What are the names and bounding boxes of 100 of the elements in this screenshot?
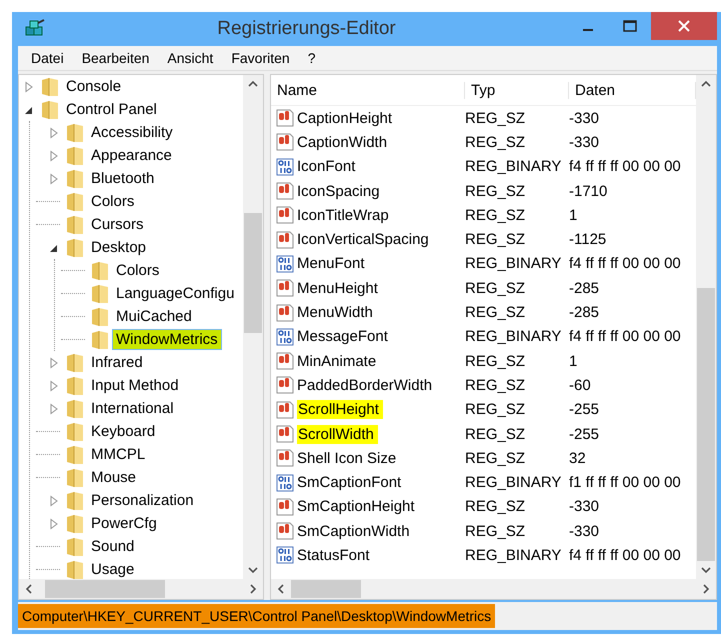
value-name: SmCaptionFont xyxy=(297,474,402,492)
column-header[interactable]: Name xyxy=(271,82,465,98)
tree-item[interactable]: LanguageConfigu xyxy=(113,284,238,303)
value-name: Shell Icon Size xyxy=(297,450,396,467)
tree-item[interactable]: Keyboard xyxy=(88,422,158,441)
tree-item[interactable]: MMCPL xyxy=(88,445,148,464)
value-name: MenuWidth xyxy=(297,304,373,322)
value-data: -330 xyxy=(569,134,600,151)
tree-item[interactable]: Appearance xyxy=(88,146,175,165)
tree-item[interactable]: Infrared xyxy=(88,353,146,372)
scrollbar-thumb[interactable] xyxy=(45,580,165,598)
tree-item[interactable]: Usage xyxy=(88,560,138,579)
scrollbar-thumb[interactable] xyxy=(244,213,262,333)
value-type: REG_BINARY xyxy=(465,546,562,564)
value-name: IconTitleWrap xyxy=(297,206,389,224)
scroll-right-icon[interactable] xyxy=(249,584,257,594)
close-icon xyxy=(678,20,690,32)
value-data: f4 ff ff ff 00 00 00 xyxy=(569,546,682,564)
string-value-icon xyxy=(276,206,294,224)
tree-item[interactable]: MuiCached xyxy=(113,307,195,326)
expand-arrow-icon[interactable] xyxy=(48,518,60,530)
value-data: -285 xyxy=(569,304,600,322)
value-data: -255 xyxy=(569,426,600,442)
string-value-icon xyxy=(276,522,294,540)
expand-arrow-icon[interactable] xyxy=(48,126,60,138)
tree-item[interactable]: Mouse xyxy=(88,468,140,487)
string-value-icon xyxy=(276,498,294,516)
value-type: REG_SZ xyxy=(465,231,526,248)
tree-item[interactable]: Desktop xyxy=(88,238,150,257)
scroll-up-icon[interactable] xyxy=(701,80,711,88)
horizontal-scrollbar[interactable] xyxy=(19,579,263,599)
value-name: CaptionHeight xyxy=(297,110,392,127)
expand-arrow-icon[interactable] xyxy=(48,402,60,414)
binary-value-icon xyxy=(276,254,294,273)
value-name: MinAnimate xyxy=(297,352,376,370)
value-type: REG_SZ xyxy=(465,134,526,151)
scrollbar-thumb[interactable] xyxy=(291,580,361,598)
folder-icon xyxy=(66,352,84,372)
folder-icon xyxy=(66,192,84,212)
scrollbar-thumb[interactable] xyxy=(697,288,715,561)
menu-item[interactable]: Ansicht xyxy=(158,50,222,66)
scroll-left-icon[interactable] xyxy=(25,584,33,594)
tree-item[interactable]: WindowMetrics xyxy=(113,330,221,349)
tree-item[interactable]: Cursors xyxy=(88,215,147,234)
expand-arrow-icon[interactable] xyxy=(48,356,60,368)
tree-item[interactable]: Personalization xyxy=(88,491,197,510)
tree-item[interactable]: Control Panel xyxy=(63,100,160,119)
tree-item[interactable]: Console xyxy=(63,77,124,96)
tree-item[interactable]: Accessibility xyxy=(88,123,176,142)
tree-item[interactable]: Input Method xyxy=(88,376,182,395)
vertical-scrollbar[interactable] xyxy=(696,75,716,579)
scroll-down-icon[interactable] xyxy=(248,566,258,574)
value-name: MessageFont xyxy=(297,328,388,346)
tree-item[interactable]: PowerCfg xyxy=(88,514,160,533)
value-data: -255 xyxy=(569,401,600,418)
binary-value-icon xyxy=(276,474,294,492)
folder-icon xyxy=(66,214,84,234)
binary-value-icon xyxy=(276,546,294,564)
folder-icon xyxy=(66,514,84,534)
string-value-icon xyxy=(276,400,294,419)
string-value-icon xyxy=(276,182,294,200)
value-type: REG_SZ xyxy=(465,401,526,418)
value-type: REG_SZ xyxy=(465,280,526,297)
scroll-down-icon[interactable] xyxy=(701,566,711,574)
expand-arrow-icon[interactable] xyxy=(48,172,60,184)
close-button[interactable] xyxy=(651,12,717,40)
menu-item[interactable]: ? xyxy=(298,50,324,66)
tree-item[interactable]: Bluetooth xyxy=(88,169,158,188)
string-value-icon xyxy=(276,352,294,370)
menu-item[interactable]: Favoriten xyxy=(222,50,299,66)
folder-icon xyxy=(66,238,84,258)
expand-arrow-icon[interactable] xyxy=(48,150,60,162)
vertical-scrollbar[interactable] xyxy=(243,75,263,579)
folder-icon xyxy=(66,398,84,418)
string-value-icon xyxy=(276,230,294,249)
scroll-right-icon[interactable] xyxy=(702,584,710,594)
tree-item[interactable]: Sound xyxy=(88,537,138,556)
tree-item[interactable]: International xyxy=(88,399,177,418)
string-value-icon xyxy=(276,133,294,152)
expand-arrow-icon[interactable] xyxy=(23,80,35,92)
menu-item[interactable]: Bearbeiten xyxy=(72,50,158,66)
folder-icon xyxy=(66,468,84,488)
column-header[interactable]: Typ xyxy=(465,82,569,98)
value-data: f4 ff ff ff 00 00 00 xyxy=(569,158,682,176)
tree-item[interactable]: Colors xyxy=(88,192,138,211)
expand-arrow-icon[interactable] xyxy=(48,494,60,506)
horizontal-scrollbar[interactable] xyxy=(271,579,716,599)
scroll-left-icon[interactable] xyxy=(277,584,285,594)
expand-arrow-icon[interactable] xyxy=(48,380,60,392)
scroll-up-icon[interactable] xyxy=(248,80,258,88)
tree-item[interactable]: Colors xyxy=(113,261,162,280)
menu-item[interactable]: Datei xyxy=(22,50,73,66)
folder-icon xyxy=(66,560,84,579)
value-type: REG_SZ xyxy=(465,110,526,127)
string-value-icon xyxy=(276,304,294,322)
folder-icon xyxy=(66,490,84,510)
value-name: ScrollWidth xyxy=(297,424,378,444)
value-name: MenuFont xyxy=(297,255,365,272)
maximize-icon xyxy=(623,20,637,32)
value-name: SmCaptionWidth xyxy=(297,522,410,540)
